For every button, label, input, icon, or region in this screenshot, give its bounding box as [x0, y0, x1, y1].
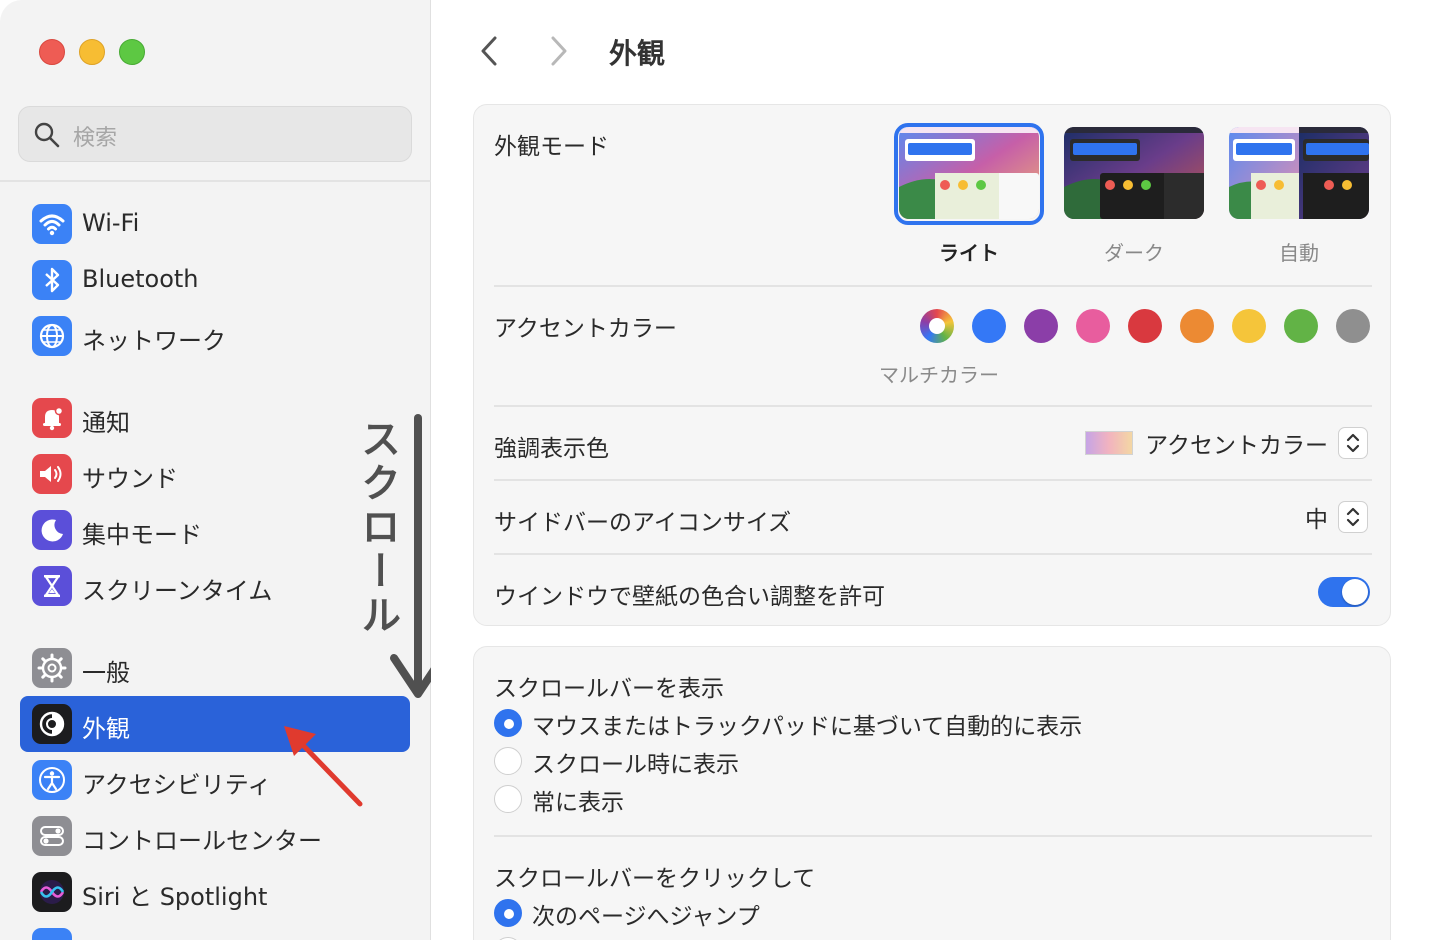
sidebar-item-label: アクセシビリティ — [82, 771, 272, 799]
scrollbar-settings-group: スクロールバーを表示 マウスまたはトラックパッドに基づいて自動的に表示 スクロー… — [473, 646, 1391, 940]
sidebar-item-general[interactable]: 一般 — [20, 640, 410, 696]
bluetooth-icon — [32, 260, 72, 300]
sidebar-item-label: Siri と Spotlight — [82, 883, 268, 911]
chevron-updown-icon — [1338, 501, 1368, 533]
wifi-icon — [32, 204, 72, 244]
row-divider — [494, 285, 1372, 287]
close-window-button[interactable] — [39, 39, 65, 65]
sidebar-item-label: スクリーンタイム — [82, 577, 273, 605]
accent-swatch-caption: マルチカラー — [879, 363, 999, 387]
sidebar-item-label: Wi-Fi — [82, 209, 140, 237]
sidebar-item-label: 集中モード — [82, 521, 202, 549]
back-chevron-icon[interactable] — [477, 34, 501, 68]
accent-swatch-pink[interactable] — [1076, 309, 1110, 343]
siri-icon — [32, 872, 72, 912]
accent-swatch-green[interactable] — [1284, 309, 1318, 343]
bell-icon — [32, 398, 72, 438]
sidebar-item-wifi[interactable]: Wi-Fi — [20, 196, 410, 252]
click-scrollbar-label: スクロールバーをクリックして — [494, 866, 816, 892]
radio-scrollbars-when-scrolling-label: スクロール時に表示 — [532, 752, 739, 778]
sidebar-item-label: サウンド — [82, 465, 178, 493]
search-placeholder: 検索 — [73, 126, 118, 151]
row-divider — [494, 479, 1372, 481]
appearance-option-dark-label: ダーク — [1104, 241, 1164, 265]
appearance-option-auto-label: 自動 — [1279, 241, 1319, 265]
row-divider — [494, 405, 1372, 407]
pointer-arrow-icon — [284, 726, 363, 807]
sidebar-item-label: 通知 — [82, 409, 130, 437]
radio-scrollbars-always[interactable] — [494, 785, 522, 813]
radio-scrollbars-auto[interactable] — [494, 709, 522, 737]
settings-window: 検索 Wi-Fi Bluetooth ネットワーク 通知 サウンド 集中モード … — [0, 0, 1430, 940]
page-title: 外観 — [609, 37, 666, 70]
appearance-settings-group: 外観モード ライト ダーク 自動 アクセントカラー マルチカラー 強調表示色 ア… — [473, 104, 1391, 626]
radio-scrollbars-when-scrolling[interactable] — [494, 747, 522, 775]
globe-icon — [32, 316, 72, 356]
highlight-color-label: 強調表示色 — [494, 436, 609, 462]
accent-swatch-blue[interactable] — [972, 309, 1006, 343]
control-center-icon — [32, 816, 72, 856]
highlight-color-preview — [1085, 431, 1134, 455]
sidebar-item-control-center[interactable]: コントロールセンター — [20, 808, 410, 864]
appearance-mode-label: 外観モード — [494, 134, 609, 160]
radio-jump-next-page-label: 次のページへジャンプ — [532, 904, 760, 930]
search-field[interactable]: 検索 — [18, 106, 412, 162]
minimize-window-button[interactable] — [79, 39, 105, 65]
appearance-option-light-label: ライト — [939, 241, 999, 265]
gear-icon — [32, 648, 72, 688]
appearance-option-auto[interactable] — [1229, 127, 1369, 219]
accent-swatch-yellow[interactable] — [1232, 309, 1266, 343]
sidebar-item-siri-spotlight[interactable]: Siri と Spotlight — [20, 864, 410, 920]
toggle-knob — [1342, 579, 1368, 605]
sidebar-item-label: Bluetooth — [82, 265, 199, 293]
zoom-window-button[interactable] — [119, 39, 145, 65]
appearance-option-light[interactable] — [899, 127, 1039, 219]
sidebar-icon-size-popup[interactable]: 中 — [1305, 501, 1368, 533]
moon-icon — [32, 510, 72, 550]
sidebar-icon-size-label: サイドバーのアイコンサイズ — [494, 510, 792, 536]
sidebar-item-label: コントロールセンター — [82, 827, 322, 855]
accent-swatch-purple[interactable] — [1024, 309, 1058, 343]
radio-scrollbars-auto-label: マウスまたはトラックパッドに基づいて自動的に表示 — [532, 714, 1083, 740]
show-scrollbars-label: スクロールバーを表示 — [494, 676, 724, 702]
sidebar-item-label: 外観 — [82, 715, 130, 743]
wallpaper-tint-toggle[interactable] — [1318, 577, 1370, 607]
wallpaper-tint-label: ウインドウで壁紙の色合い調整を許可 — [494, 584, 885, 610]
appearance-option-dark[interactable] — [1064, 127, 1204, 219]
accent-color-label: アクセントカラー — [494, 316, 677, 342]
appearance-icon — [32, 704, 72, 744]
main-pane: 外観 外観モード ライト ダーク 自動 アクセントカラー マルチカラー 強調表示… — [431, 0, 1430, 940]
sidebar-item-label: ネットワーク — [82, 327, 226, 355]
forward-chevron-icon[interactable] — [547, 34, 571, 68]
sidebar-icon-size-value: 中 — [1305, 507, 1328, 533]
highlight-color-popup[interactable]: アクセントカラー — [1085, 427, 1368, 459]
accent-swatch-graphite[interactable] — [1336, 309, 1370, 343]
sidebar-item-partial — [20, 920, 410, 940]
accent-swatch-red[interactable] — [1128, 309, 1162, 343]
search-icon — [34, 122, 60, 148]
accent-swatch-orange[interactable] — [1180, 309, 1214, 343]
sidebar-item-network[interactable]: ネットワーク — [20, 308, 410, 364]
sidebar-item-bluetooth[interactable]: Bluetooth — [20, 252, 410, 308]
accessibility-icon — [32, 760, 72, 800]
hourglass-icon — [32, 566, 72, 606]
row-divider — [494, 553, 1372, 555]
radio-scrollbars-always-label: 常に表示 — [532, 790, 624, 816]
row-divider — [494, 835, 1372, 837]
radio-jump-next-page[interactable] — [494, 899, 522, 927]
accent-swatch-multicolor[interactable] — [920, 309, 954, 343]
sidebar: 検索 Wi-Fi Bluetooth ネットワーク 通知 サウンド 集中モード … — [0, 0, 446, 940]
privacy-icon — [32, 928, 72, 940]
sidebar-divider — [0, 180, 431, 182]
highlight-color-value: アクセントカラー — [1145, 433, 1328, 459]
chevron-updown-icon — [1338, 427, 1368, 459]
sidebar-item-label: 一般 — [82, 659, 130, 687]
speaker-icon — [32, 454, 72, 494]
